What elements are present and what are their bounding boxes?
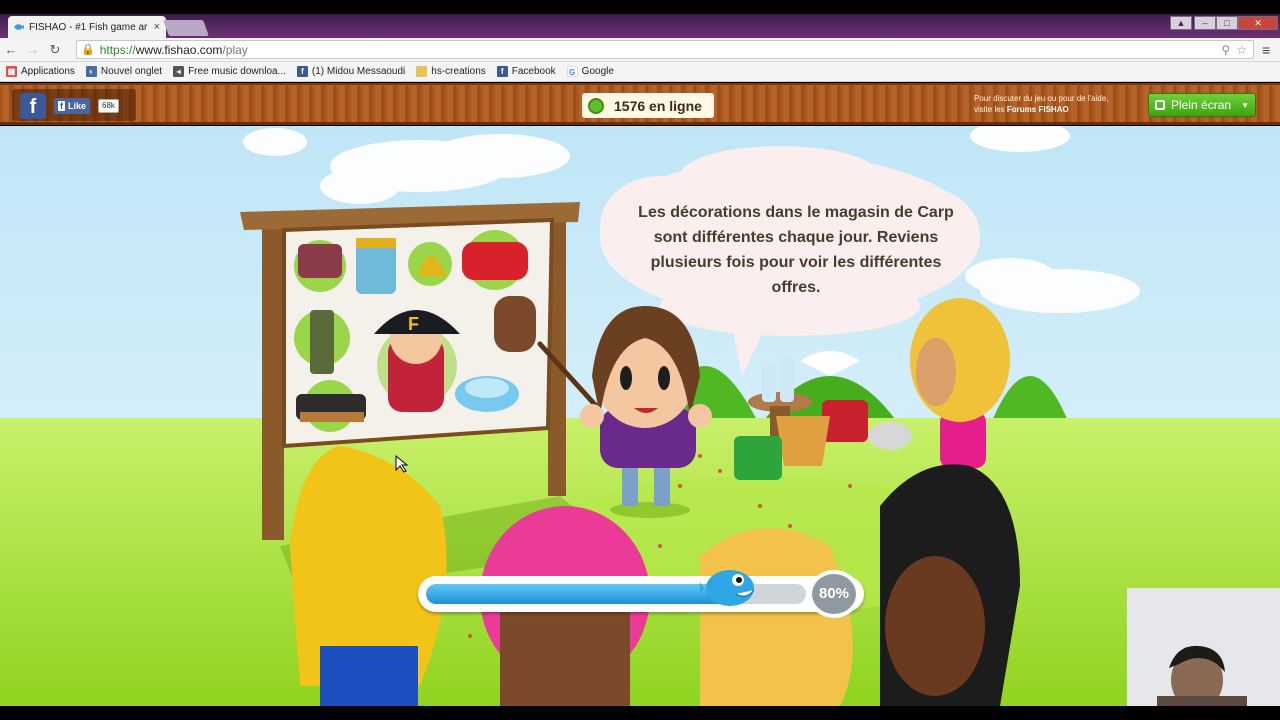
fish-favicon-icon	[14, 22, 24, 32]
forum-prefix: visite les	[974, 105, 1007, 114]
address-bar[interactable]: 🔒 https:// www.fishao.com /play ⚲ ☆	[76, 40, 1254, 59]
bookmark-label: Free music downloa...	[188, 66, 286, 77]
bookmark-label: Nouvel onglet	[100, 66, 163, 77]
minimize-icon[interactable]: –	[1194, 16, 1216, 30]
bookmarks-bar: ▦ Applications ◐ Nouvel onglet ◂ Free mu…	[0, 62, 1280, 82]
forum-notice: Pour discuter du jeu ou pour de l'aide, …	[974, 93, 1144, 115]
forum-link[interactable]: Forums FISHAO	[1007, 105, 1069, 114]
folder-icon	[416, 66, 428, 77]
bookmark-label: hs-creations	[431, 66, 486, 77]
url-scheme: https://	[99, 42, 136, 57]
loading-bar: 80%	[418, 570, 864, 618]
new-tab-button[interactable]	[163, 20, 209, 36]
user-profile-icon[interactable]: ▲	[1170, 16, 1192, 30]
speech-text: Les décorations dans le magasin de Carp …	[638, 204, 954, 296]
bookmark-label: Applications	[21, 66, 75, 77]
bookmark-hs-creations[interactable]: hs-creations	[416, 66, 486, 77]
bookmark-free-music[interactable]: ◂ Free music downloa...	[173, 66, 286, 77]
like-label: Like	[68, 101, 87, 111]
window-close-icon[interactable]: ✕	[1238, 16, 1278, 30]
bookmark-nouvel-onglet[interactable]: ◐ Nouvel onglet	[85, 66, 163, 77]
reload-icon[interactable]: ↻	[44, 42, 66, 58]
maximize-icon[interactable]: □	[1216, 16, 1238, 30]
forward-arrow-icon[interactable]: →	[22, 42, 44, 57]
loading-fill	[426, 584, 730, 604]
url-path: /play	[222, 42, 248, 57]
loading-percent: 80%	[808, 570, 860, 618]
bookmark-label: Google	[581, 66, 614, 77]
bookmark-applications[interactable]: ▦ Applications	[6, 66, 75, 77]
tab-close-icon[interactable]: ×	[154, 21, 160, 33]
letterbox-bottom	[0, 706, 1280, 720]
menu-hamburger-icon[interactable]: ≡	[1262, 42, 1270, 58]
fish-mascot-icon	[700, 570, 755, 606]
facebook-like-button[interactable]: f Like	[54, 98, 91, 114]
webcam-overlay	[1127, 588, 1280, 710]
speaker-icon: ◂	[173, 66, 185, 77]
facebook-icon: f	[296, 66, 308, 77]
tab-title: FISHAO - #1 Fish game ar	[29, 21, 148, 33]
bookmark-google[interactable]: G Google	[566, 66, 614, 77]
bookmark-label: Facebook	[511, 66, 556, 77]
browser-tab-fishao[interactable]: FISHAO - #1 Fish game ar ×	[8, 16, 166, 38]
fullscreen-label: Plein écran	[1171, 98, 1232, 112]
online-counter: 1576 en ligne	[582, 93, 714, 118]
bookmark-facebook[interactable]: f Facebook	[496, 66, 556, 77]
like-count: 68k	[98, 99, 119, 113]
new-tab-icon: ◐	[85, 66, 97, 77]
letterbox-top	[0, 0, 1280, 14]
star-icon[interactable]: ☆	[1236, 43, 1247, 57]
online-status-icon	[588, 97, 604, 114]
bookmark-midou[interactable]: f (1) Midou Messaoudi	[296, 66, 406, 77]
facebook-widget: f f Like 68k	[12, 89, 136, 121]
facebook-logo-icon[interactable]: f	[20, 93, 46, 119]
url-host: www.fishao.com	[135, 42, 223, 57]
lock-icon: 🔒	[81, 44, 95, 56]
fullscreen-button[interactable]: Plein écran ▼	[1148, 93, 1256, 117]
fullscreen-icon	[1155, 100, 1165, 110]
screen: FISHAO - #1 Fish game ar × ▲ – □ ✕ ← → ↻…	[0, 0, 1280, 720]
game-scene[interactable]: F Les décorations dans le magasin de Car…	[0, 126, 1280, 706]
chevron-down-icon: ▼	[1241, 100, 1249, 110]
game-header-bar: f f Like 68k 1576 en ligne Pour discuter …	[0, 83, 1280, 125]
forum-line1: Pour discuter du jeu ou pour de l'aide,	[974, 94, 1109, 103]
online-text: 1576 en ligne	[614, 97, 702, 114]
apps-grid-icon: ▦	[6, 66, 17, 77]
facebook-icon: f	[496, 66, 508, 77]
google-icon: G	[566, 66, 578, 77]
svg-text:F: F	[408, 314, 419, 334]
key-icon[interactable]: ⚲	[1221, 43, 1230, 57]
back-arrow-icon[interactable]: ←	[0, 42, 22, 57]
bookmark-label: (1) Midou Messaoudi	[311, 66, 406, 77]
browser-titlebar: FISHAO - #1 Fish game ar × ▲ – □ ✕	[0, 14, 1280, 38]
browser-toolbar: ← → ↻ 🔒 https:// www.fishao.com /play ⚲ …	[0, 38, 1280, 62]
